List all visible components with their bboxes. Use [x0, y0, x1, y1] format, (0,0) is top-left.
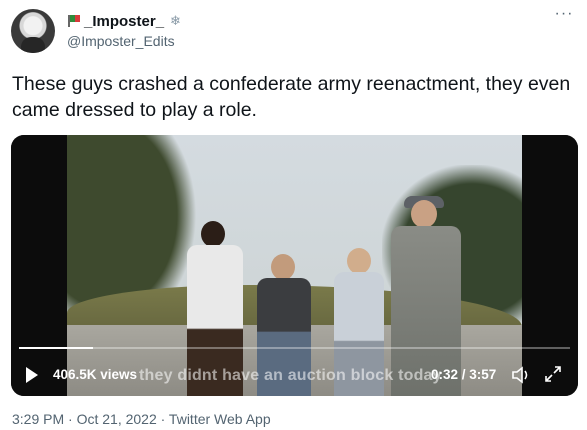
fullscreen-icon[interactable]	[543, 364, 563, 384]
video-letterbox-left	[11, 135, 67, 396]
snowflake-icon: ❄	[170, 13, 181, 28]
video-frame[interactable]	[67, 135, 522, 396]
tweet-card: _Imposter_ ❄ @Imposter_Edits ··· These g…	[0, 0, 587, 430]
display-name[interactable]: _Imposter_	[84, 13, 164, 30]
video-time: 0:32 / 3:57	[431, 367, 497, 382]
view-count: 406.5K views	[53, 367, 138, 382]
video-letterbox-right	[522, 135, 578, 396]
video-progress-bar[interactable]	[19, 347, 570, 349]
name-row: _Imposter_ ❄	[67, 12, 181, 30]
flag-icon	[67, 14, 81, 28]
user-handle[interactable]: @Imposter_Edits	[67, 33, 181, 49]
tweet-text: These guys crashed a confederate army re…	[12, 73, 571, 121]
tweet-meta[interactable]: 3:29 PM · Oct 21, 2022 · Twitter Web App	[12, 411, 271, 427]
avatar[interactable]	[11, 9, 55, 53]
play-icon[interactable]	[26, 367, 38, 383]
video-progress-fill	[19, 347, 94, 349]
video-player[interactable]: they didnt have an auction block today 4…	[11, 135, 578, 396]
volume-icon[interactable]	[511, 366, 533, 384]
tweet-header: _Imposter_ ❄ @Imposter_Edits	[67, 12, 181, 50]
more-options-button[interactable]: ···	[553, 6, 575, 26]
video-controls: 406.5K views 0:32 / 3:57	[11, 359, 578, 391]
